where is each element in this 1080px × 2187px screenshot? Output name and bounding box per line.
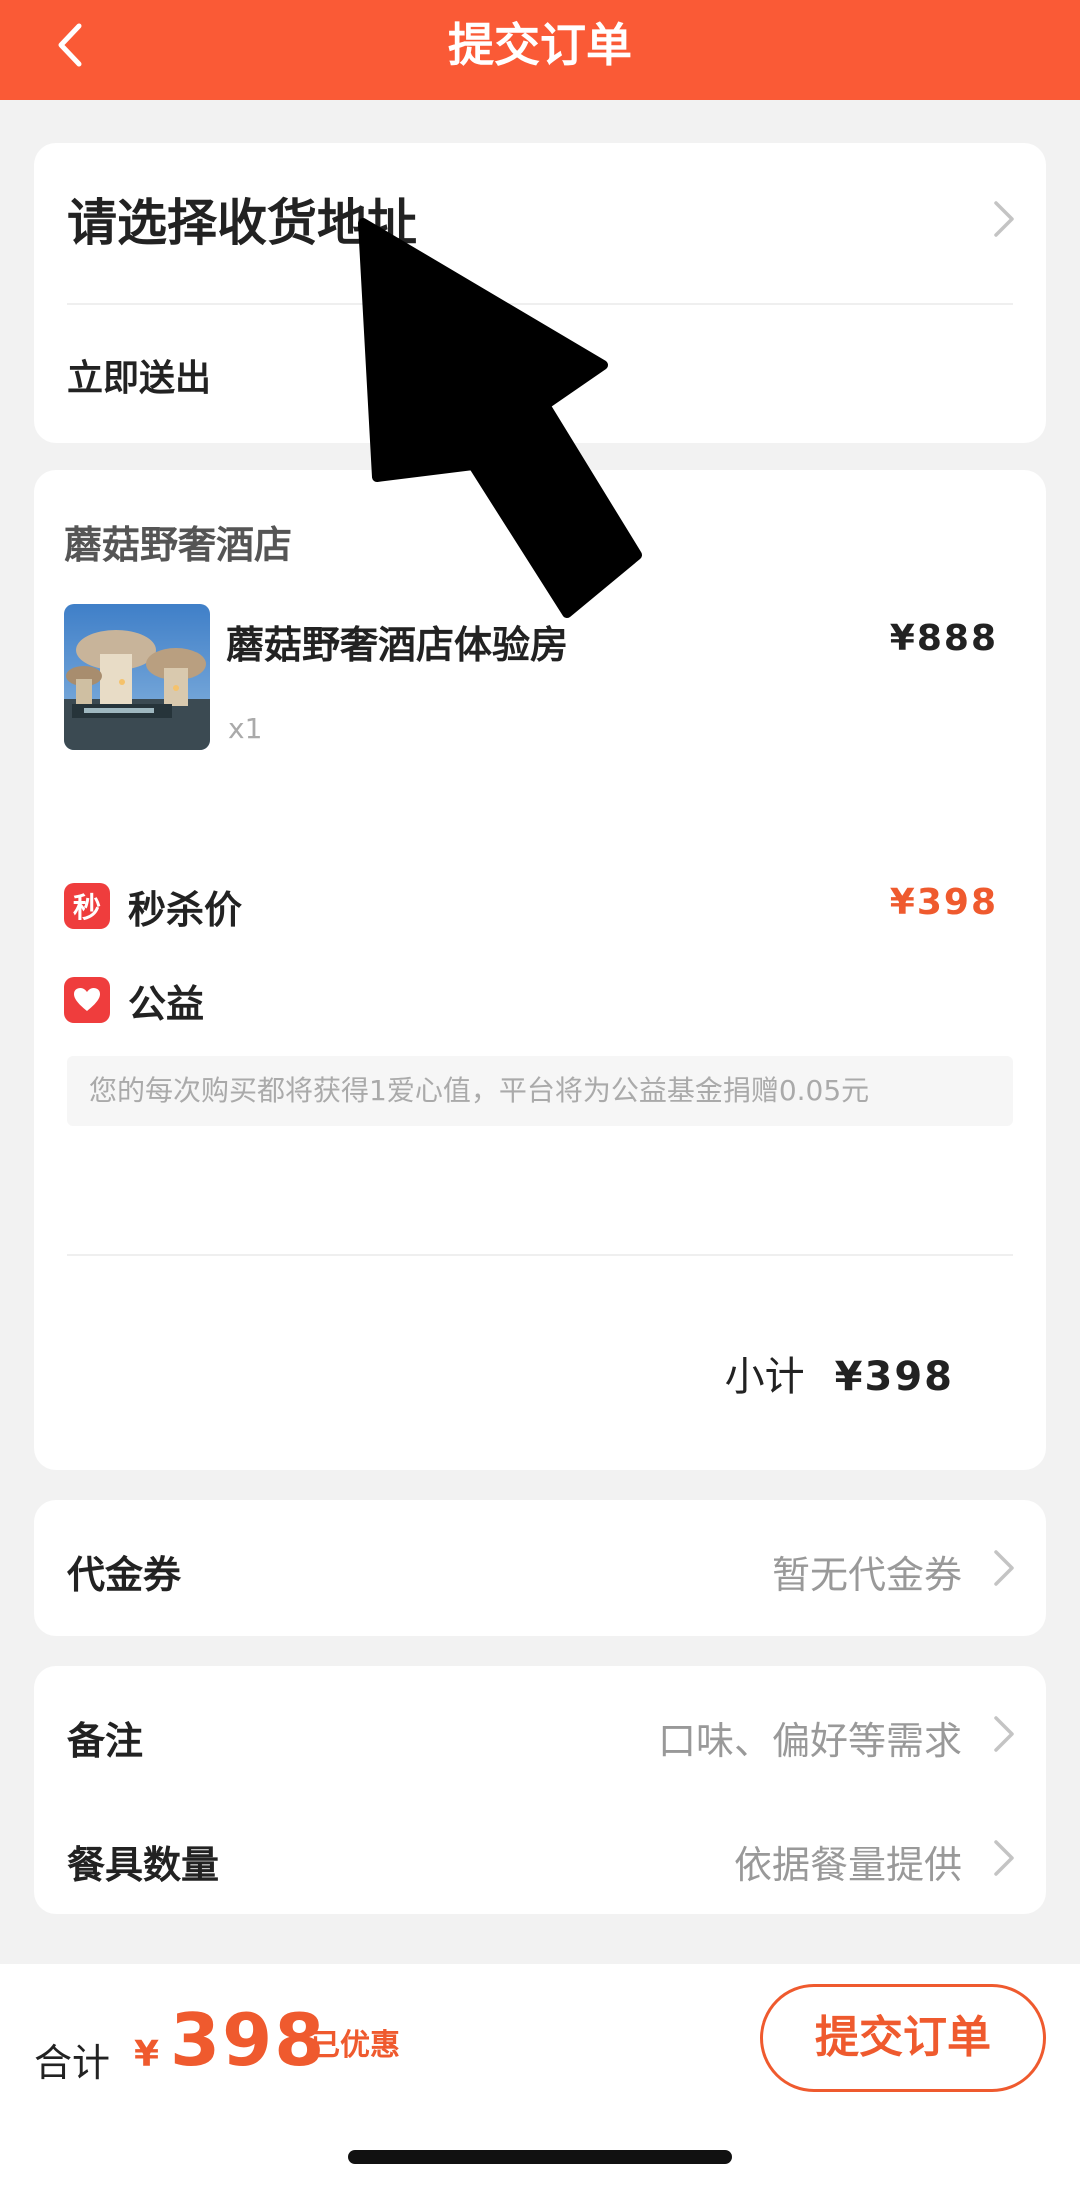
home-indicator <box>348 2150 732 2164</box>
voucher-row[interactable]: 代金券 暂无代金券 <box>34 1500 1046 1636</box>
charity-label: 公益 <box>128 981 205 1026</box>
subtotal-label: 小计 <box>724 1354 805 1400</box>
product-price: ¥888 <box>889 618 998 659</box>
product-thumbnail <box>64 604 210 750</box>
submit-order-button[interactable]: 提交订单 <box>760 1984 1046 2092</box>
voucher-value: 暂无代金券 <box>771 1553 962 1597</box>
seckill-label: 秒杀价 <box>128 887 243 932</box>
chevron-right-icon <box>990 1714 1018 1754</box>
divider <box>67 1254 1013 1256</box>
tableware-label[interactable]: 餐具数量 <box>67 1834 219 1889</box>
seckill-row: 秒 秒杀价 <box>64 876 242 936</box>
store-name[interactable]: 蘑菇野奢酒店 <box>64 514 292 569</box>
cursor-arrow-icon <box>358 218 642 618</box>
product-quantity: x1 <box>228 712 263 745</box>
chevron-right-icon <box>990 199 1018 239</box>
total-amount: 398 <box>170 1998 327 2082</box>
seckill-price: ¥398 <box>889 882 998 923</box>
charity-notice: 您的每次购买都将获得1爱心值，平台将为公益基金捐赠0.05元 <box>67 1056 1013 1126</box>
discount-label[interactable]: 已优惠 <box>310 2020 400 2064</box>
seckill-badge-icon: 秒 <box>64 883 110 929</box>
heart-icon <box>64 977 110 1023</box>
header-bar: 提交订单 <box>0 0 1080 100</box>
remarks-card: 备注 口味、偏好等需求 餐具数量 依据餐量提供 <box>34 1666 1046 1914</box>
note-input[interactable]: 口味、偏好等需求 <box>658 1710 962 1765</box>
currency-symbol: ¥ <box>134 2034 160 2075</box>
voucher-label: 代金券 <box>67 1553 182 1597</box>
subtotal: 小计 ¥398 <box>725 1344 954 1402</box>
total-label: 合计 <box>34 2041 111 2085</box>
chevron-right-icon <box>990 1838 1018 1878</box>
note-label[interactable]: 备注 <box>67 1710 143 1765</box>
tableware-value[interactable]: 依据餐量提供 <box>734 1834 962 1889</box>
subtotal-value: ¥398 <box>834 1354 954 1400</box>
chevron-right-icon <box>990 1548 1018 1588</box>
page-title: 提交订单 <box>448 18 632 72</box>
delivery-time[interactable]: 立即送出 <box>67 349 211 401</box>
charity-row: 公益 <box>64 970 204 1030</box>
